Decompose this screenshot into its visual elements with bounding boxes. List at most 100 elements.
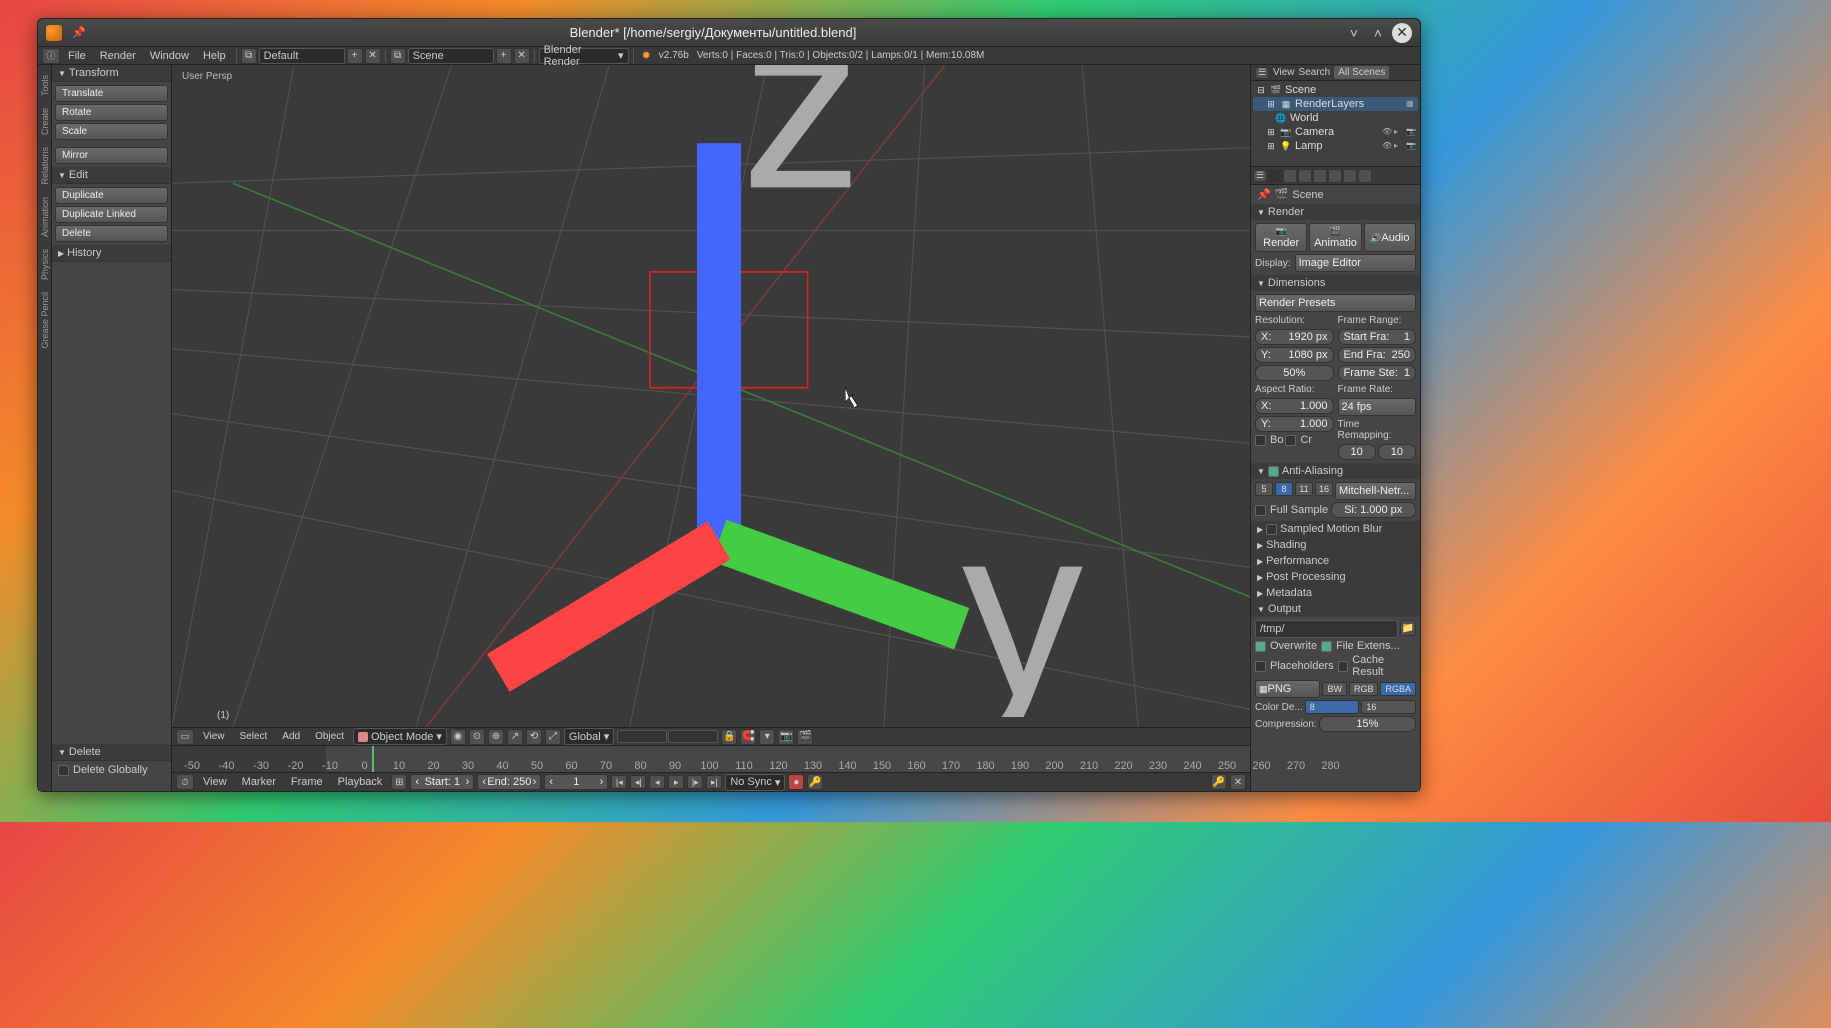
depth-16-button[interactable]: 16: [1361, 700, 1416, 714]
render-preview-icon[interactable]: 📷: [778, 729, 794, 745]
tab-modifiers-icon[interactable]: [1358, 169, 1372, 183]
post-processing-header[interactable]: ▶Post Processing: [1251, 569, 1420, 585]
tab-relations[interactable]: Relations: [39, 141, 51, 191]
rotate-button[interactable]: Rotate: [55, 104, 168, 121]
insert-key-button[interactable]: 🔑: [1211, 774, 1227, 790]
add-scene-button[interactable]: +: [496, 48, 512, 64]
tab-tools[interactable]: Tools: [39, 69, 51, 102]
tab-world-icon[interactable]: [1313, 169, 1327, 183]
menu-window[interactable]: Window: [144, 49, 195, 63]
translate-button[interactable]: Translate: [55, 85, 168, 102]
sync-select[interactable]: No Sync▾: [725, 774, 785, 791]
snap-type-select[interactable]: ▾: [759, 729, 775, 745]
full-sample-checkbox[interactable]: Full Sample: [1255, 502, 1329, 518]
menu-help[interactable]: Help: [197, 49, 232, 63]
format-select[interactable]: ▦PNG: [1255, 680, 1320, 698]
manip-translate-icon[interactable]: ↗: [507, 729, 523, 745]
autokey-toggle[interactable]: ●: [788, 774, 804, 790]
outliner-display-select[interactable]: All Scenes: [1334, 66, 1389, 79]
del-layout-button[interactable]: ✕: [365, 48, 381, 64]
mode-select[interactable]: Object Mode▾: [353, 728, 447, 745]
tl-menu-marker[interactable]: Marker: [236, 775, 282, 789]
cache-checkbox[interactable]: Cache Result: [1338, 654, 1416, 678]
menu-render[interactable]: Render: [94, 49, 142, 63]
aa-panel-header[interactable]: ▼Anti-Aliasing: [1251, 463, 1420, 479]
browse-output-button[interactable]: 📁: [1400, 620, 1416, 636]
back-button[interactable]: ⧉: [241, 48, 257, 64]
duplicate-linked-button[interactable]: Duplicate Linked: [55, 206, 168, 223]
delete-button[interactable]: Delete: [55, 225, 168, 242]
tl-menu-playback[interactable]: Playback: [332, 775, 389, 789]
end-frame-prop-field[interactable]: End Fra:250: [1338, 347, 1417, 363]
filter-size-field[interactable]: Si: 1.000 px: [1331, 502, 1417, 518]
shading-header[interactable]: ▶Shading: [1251, 537, 1420, 553]
tl-menu-view[interactable]: View: [197, 775, 233, 789]
manipulator-toggle[interactable]: ⊕: [488, 729, 504, 745]
layer-buttons[interactable]: [617, 730, 718, 743]
display-select[interactable]: Image Editor: [1295, 254, 1416, 272]
outliner-world-row[interactable]: 🌐World: [1253, 111, 1418, 125]
editor-type-timeline-icon[interactable]: ⏱: [176, 774, 194, 790]
render-panel-header[interactable]: ▼Render: [1251, 204, 1420, 220]
output-path-field[interactable]: /tmp/: [1255, 620, 1398, 638]
motion-blur-header[interactable]: ▶Sampled Motion Blur: [1251, 521, 1420, 537]
tab-animation[interactable]: Animation: [39, 191, 51, 243]
outliner-lamp-row[interactable]: ⊞💡Lamp👁▸📷: [1253, 139, 1418, 153]
delete-globally-checkbox[interactable]: Delete Globally: [52, 761, 171, 779]
shading-select[interactable]: ◉: [450, 729, 466, 745]
remap-old-field[interactable]: 10: [1338, 444, 1376, 460]
frame-step-field[interactable]: Frame Ste:1: [1338, 365, 1417, 381]
prev-key-button[interactable]: ◂|: [630, 775, 646, 789]
placeholders-checkbox[interactable]: Placeholders: [1255, 654, 1334, 678]
lock-camera-icon[interactable]: 🔒: [721, 729, 737, 745]
res-x-field[interactable]: X:1920 px: [1255, 329, 1334, 345]
render-engine-select[interactable]: Blender Render▾: [539, 48, 629, 64]
transform-panel-header[interactable]: ▼Transform: [52, 65, 171, 82]
play-button[interactable]: ▸: [668, 775, 684, 789]
vp-menu-object[interactable]: Object: [309, 730, 350, 743]
render-presets-select[interactable]: Render Presets: [1255, 294, 1416, 312]
editor-type-properties-icon[interactable]: ☰: [1253, 170, 1267, 182]
properties-body[interactable]: ▼Render 📷Render 🎬Animatio 🔊Audio Display…: [1251, 204, 1420, 791]
framerate-select[interactable]: 24 fps: [1338, 398, 1417, 416]
aa-5-button[interactable]: 5: [1255, 482, 1273, 496]
start-frame-prop-field[interactable]: Start Fra:1: [1338, 329, 1417, 345]
del-scene-button[interactable]: ✕: [514, 48, 530, 64]
3d-viewport[interactable]: User Persp (1) z y: [172, 65, 1250, 727]
dimensions-panel-header[interactable]: ▼Dimensions: [1251, 275, 1420, 291]
vp-menu-add[interactable]: Add: [276, 730, 306, 743]
titlebar[interactable]: 📌 Blender* [/home/sergiy/Документы/untit…: [38, 19, 1420, 47]
rgb-button[interactable]: RGB: [1349, 682, 1379, 696]
metadata-header[interactable]: ▶Metadata: [1251, 585, 1420, 601]
manip-scale-icon[interactable]: ⤢: [545, 729, 561, 745]
outliner-menu-search[interactable]: Search: [1299, 67, 1331, 78]
manip-rotate-icon[interactable]: ⟲: [526, 729, 542, 745]
depth-8-button[interactable]: 8: [1305, 700, 1360, 714]
remap-new-field[interactable]: 10: [1378, 444, 1416, 460]
output-header[interactable]: ▼Output: [1251, 601, 1420, 617]
pin-icon[interactable]: 📌: [72, 26, 86, 40]
aspect-x-field[interactable]: X:1.000: [1255, 398, 1334, 414]
scale-button[interactable]: Scale: [55, 123, 168, 140]
render-audio-button[interactable]: 🔊Audio: [1364, 223, 1416, 252]
screen-layout-select[interactable]: Default: [259, 48, 345, 64]
scene-browse-icon[interactable]: ⧉: [390, 48, 406, 64]
editor-type-3dview-icon[interactable]: ▭: [176, 729, 194, 745]
mirror-button[interactable]: Mirror: [55, 147, 168, 164]
operator-panel-header[interactable]: ▼Delete: [52, 744, 171, 761]
rgba-button[interactable]: RGBA: [1380, 682, 1416, 696]
vp-menu-view[interactable]: View: [197, 730, 231, 743]
bw-button[interactable]: BW: [1322, 682, 1347, 696]
snap-toggle[interactable]: 🧲: [740, 729, 756, 745]
delete-key-button[interactable]: ✕: [1230, 774, 1246, 790]
history-panel-header[interactable]: ▶History: [52, 245, 171, 262]
maximize-button[interactable]: ˄: [1368, 23, 1388, 43]
range-toggle[interactable]: ⊞: [391, 774, 407, 790]
editor-type-icon[interactable]: ⓘ: [42, 48, 60, 64]
minimize-button[interactable]: ˅: [1344, 23, 1364, 43]
tab-create[interactable]: Create: [39, 102, 51, 141]
scene-select[interactable]: Scene: [408, 48, 494, 64]
render-anim-button[interactable]: 🎬Animatio: [1309, 223, 1361, 252]
res-y-field[interactable]: Y:1080 px: [1255, 347, 1334, 363]
add-layout-button[interactable]: +: [347, 48, 363, 64]
